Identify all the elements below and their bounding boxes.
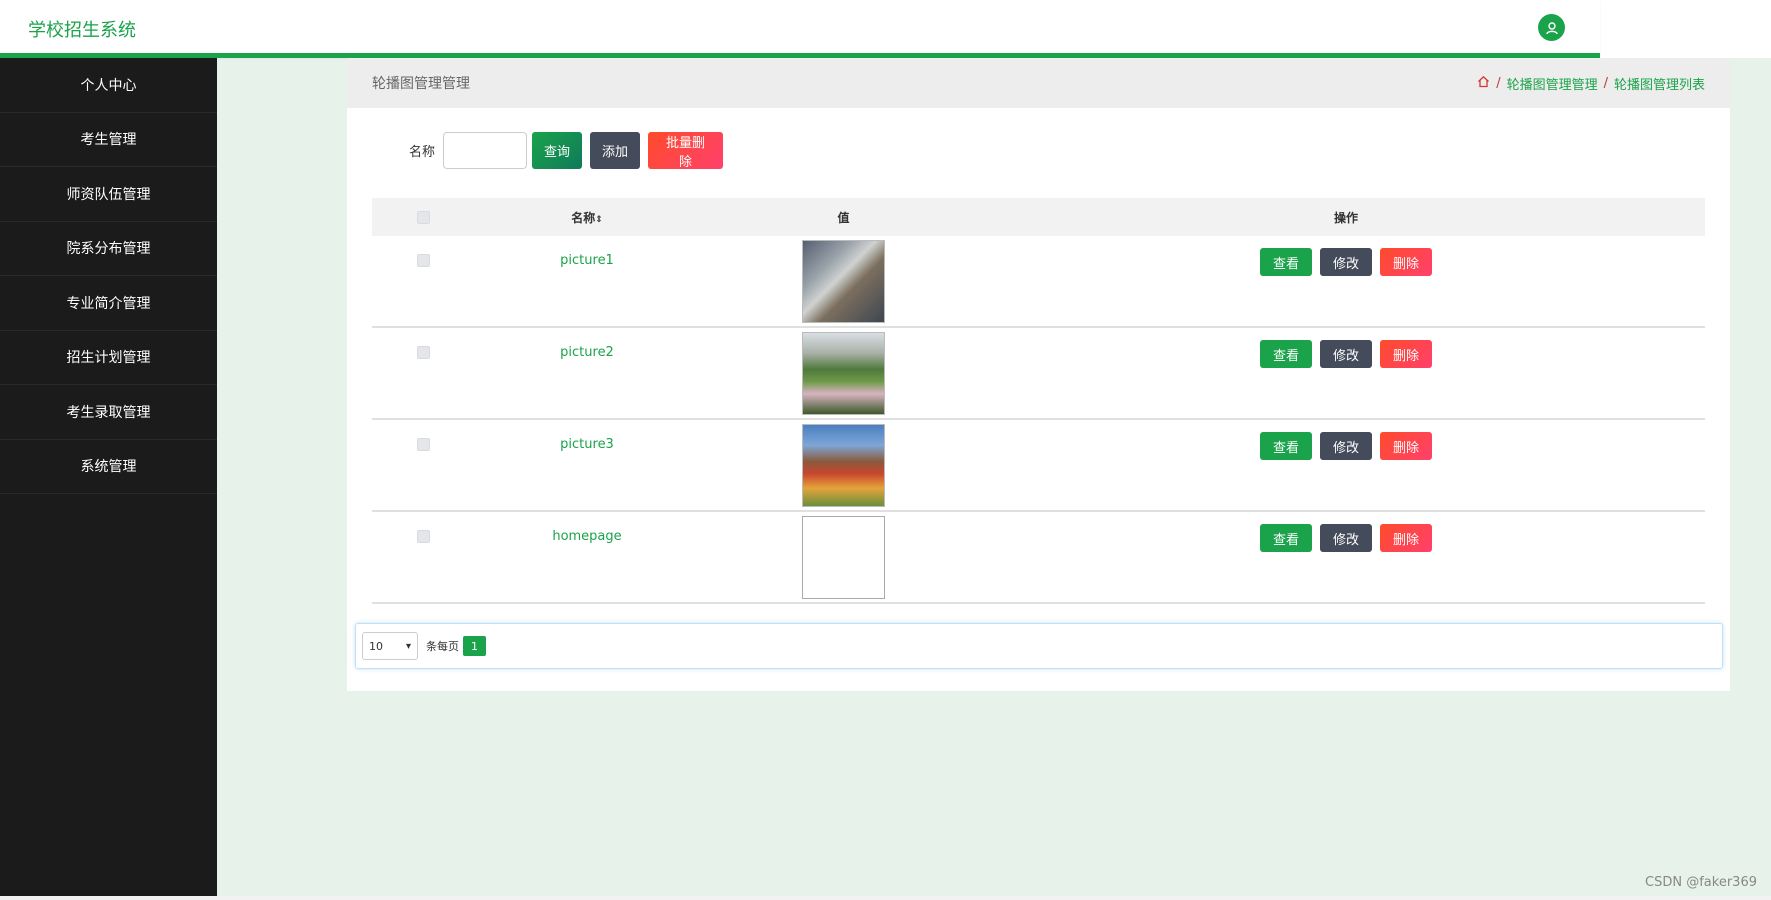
sidebar-item-departments[interactable]: 院系分布管理: [0, 222, 217, 276]
thumbnail-image: [802, 240, 885, 323]
sidebar-item-label: 招生计划管理: [66, 350, 151, 367]
watermark: CSDN @faker369: [1645, 875, 1757, 890]
thumbnail-image: [802, 332, 885, 415]
user-icon: [1545, 21, 1558, 34]
add-button[interactable]: 添加: [590, 132, 641, 169]
view-button[interactable]: 查看: [1259, 340, 1312, 368]
batch-delete-button[interactable]: 批量删除: [648, 132, 724, 170]
column-header-value: 值: [837, 210, 850, 225]
view-button[interactable]: 查看: [1259, 248, 1312, 276]
content-panel: 轮播图管理管理 / 轮播图管理管理 / 轮播图管理列表 名称 查询 添加 批量删…: [347, 58, 1730, 691]
chevron-down-icon: ▾: [405, 640, 411, 652]
bottom-divider: [0, 896, 1771, 900]
edit-button[interactable]: 修改: [1319, 248, 1372, 276]
edit-button[interactable]: 修改: [1319, 340, 1372, 368]
edit-button[interactable]: 修改: [1319, 524, 1372, 552]
breadcrumb-separator: /: [1496, 75, 1501, 91]
table-row: homepage 查看 修改 删除: [372, 512, 1705, 604]
sidebar-item-students[interactable]: 考生管理: [0, 113, 217, 167]
row-checkbox[interactable]: [416, 346, 430, 359]
sidebar-item-label: 考生录取管理: [66, 404, 151, 421]
name-search-input[interactable]: [443, 132, 528, 169]
sidebar-item-label: 个人中心: [80, 77, 137, 94]
view-button[interactable]: 查看: [1259, 432, 1312, 460]
delete-button[interactable]: 删除: [1380, 340, 1433, 368]
pagination: 10 ▾ 条每页 1: [355, 623, 1723, 669]
edit-button[interactable]: 修改: [1319, 432, 1372, 460]
sidebar-item-label: 考生管理: [80, 132, 137, 149]
broken-image-icon: [802, 516, 885, 599]
sidebar-item-label: 专业简介管理: [66, 295, 151, 312]
page-size-value: 10: [369, 639, 383, 653]
sort-icon[interactable]: ⇕: [595, 215, 603, 225]
search-toolbar: 名称 查询 添加 批量删除: [409, 132, 731, 170]
panel-header: 轮播图管理管理 / 轮播图管理管理 / 轮播图管理列表: [347, 58, 1730, 108]
row-checkbox[interactable]: [416, 438, 430, 451]
page-title: 轮播图管理管理: [372, 76, 470, 92]
column-header-name[interactable]: 名称⇕: [474, 209, 700, 226]
name-label: 名称: [409, 145, 436, 160]
per-page-label: 条每页: [426, 640, 459, 653]
sidebar-item-system[interactable]: 系统管理: [0, 440, 217, 494]
breadcrumb-separator: /: [1603, 75, 1608, 91]
table-row: picture2 查看 修改 删除: [372, 328, 1705, 420]
thumbnail-image: [802, 424, 885, 507]
sidebar-item-label: 系统管理: [80, 459, 137, 476]
view-button[interactable]: 查看: [1259, 524, 1312, 552]
sidebar: 个人中心 考生管理 师资队伍管理 院系分布管理 专业简介管理 招生计划管理 考生…: [0, 58, 217, 896]
row-name: picture2: [560, 345, 614, 360]
sidebar-item-faculty[interactable]: 师资队伍管理: [0, 167, 217, 222]
delete-button[interactable]: 删除: [1380, 524, 1433, 552]
select-all-checkbox[interactable]: [416, 210, 430, 224]
carousel-table: 名称⇕ 值 操作 picture1 查看 修改 删除 picture2 查看 修…: [372, 198, 1705, 604]
column-header-ops: 操作: [1333, 210, 1358, 225]
sidebar-item-enrollment-plan[interactable]: 招生计划管理: [0, 331, 217, 385]
column-header-label: 名称: [571, 210, 596, 225]
table-header: 名称⇕ 值 操作: [372, 198, 1705, 236]
user-avatar-icon[interactable]: [1538, 14, 1565, 41]
row-name: picture1: [560, 253, 614, 268]
app-title: 学校招生系统: [28, 20, 136, 41]
page-size-select[interactable]: 10 ▾: [362, 632, 418, 660]
row-name: picture3: [560, 437, 614, 452]
row-checkbox[interactable]: [416, 254, 430, 267]
breadcrumb-item[interactable]: 轮播图管理管理: [1507, 74, 1598, 93]
query-button[interactable]: 查询: [532, 132, 583, 169]
breadcrumb: / 轮播图管理管理 / 轮播图管理列表: [1477, 74, 1705, 93]
sidebar-item-majors[interactable]: 专业简介管理: [0, 276, 217, 331]
top-navbar: 学校招生系统: [0, 0, 1600, 58]
table-row: picture1 查看 修改 删除: [372, 236, 1705, 328]
breadcrumb-item[interactable]: 轮播图管理列表: [1614, 74, 1705, 93]
delete-button[interactable]: 删除: [1380, 248, 1433, 276]
sidebar-item-label: 师资队伍管理: [66, 186, 151, 203]
delete-button[interactable]: 删除: [1380, 432, 1433, 460]
sidebar-item-personal-center[interactable]: 个人中心: [0, 58, 217, 113]
table-row: picture3 查看 修改 删除: [372, 420, 1705, 512]
row-name: homepage: [552, 529, 622, 544]
sidebar-item-label: 院系分布管理: [66, 241, 151, 258]
home-icon[interactable]: [1477, 75, 1490, 92]
sidebar-item-admission[interactable]: 考生录取管理: [0, 385, 217, 440]
page-number-button[interactable]: 1: [463, 636, 486, 656]
row-checkbox[interactable]: [416, 530, 430, 543]
